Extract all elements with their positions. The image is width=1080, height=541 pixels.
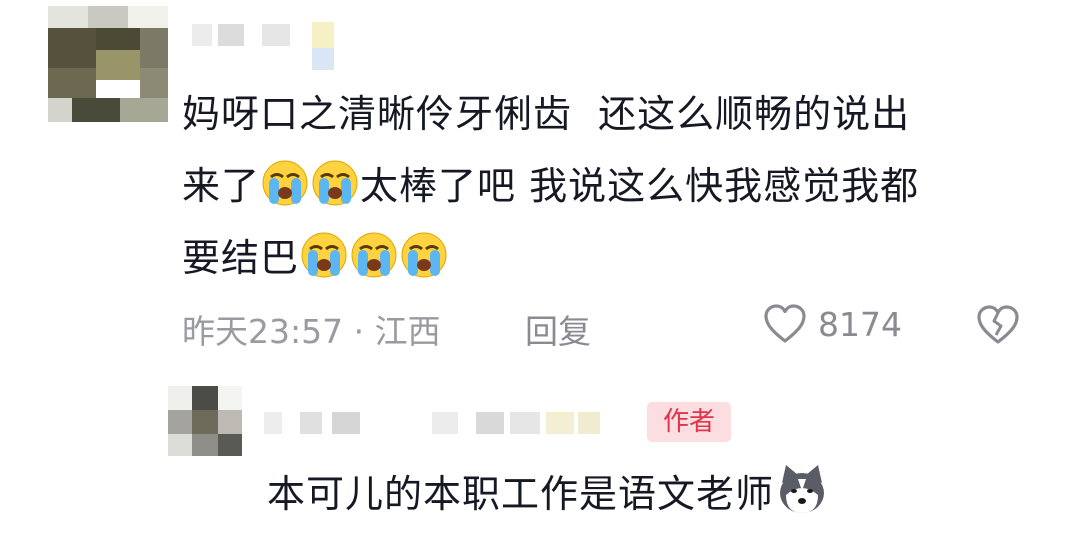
reply-body: 本可儿的本职工作是语文老师 bbox=[267, 458, 830, 530]
author-badge: 作者 bbox=[647, 402, 731, 442]
heart-outline-icon bbox=[764, 304, 806, 343]
loudly-crying-face-icon bbox=[351, 232, 397, 278]
like-count: 8174 bbox=[818, 304, 902, 344]
loudly-crying-face-icon bbox=[401, 232, 447, 278]
like-button[interactable]: 8174 bbox=[762, 303, 902, 345]
comment-meta: 昨天23:57 · 江西 bbox=[182, 305, 441, 353]
author-avatar[interactable] bbox=[168, 386, 242, 456]
broken-heart-icon bbox=[977, 305, 1019, 344]
comment-location: 江西 bbox=[374, 312, 441, 351]
comment-line-3: 要结巴 bbox=[182, 222, 1042, 294]
comment-body: 妈呀口之清晰伶牙俐齿 还这么顺畅的说出 来了 太棒了吧 我说这么快我感觉我都 要结… bbox=[182, 78, 1042, 294]
husky-dog-face-icon bbox=[780, 465, 825, 513]
meta-separator: · bbox=[343, 312, 375, 351]
commenter-avatar[interactable] bbox=[48, 6, 168, 122]
loudly-crying-face-icon bbox=[312, 160, 358, 206]
loudly-crying-face-icon bbox=[301, 232, 347, 278]
reply-button[interactable]: 回复 bbox=[525, 305, 591, 353]
dislike-button[interactable] bbox=[975, 304, 1021, 350]
comment-line-2: 来了 太棒了吧 我说这么快我感觉我都 bbox=[182, 150, 1042, 222]
loudly-crying-face-icon bbox=[262, 160, 308, 206]
comment-timestamp: 昨天23:57 bbox=[182, 312, 344, 351]
comment-line-1: 妈呀口之清晰伶牙俐齿 还这么顺畅的说出 bbox=[182, 92, 911, 136]
